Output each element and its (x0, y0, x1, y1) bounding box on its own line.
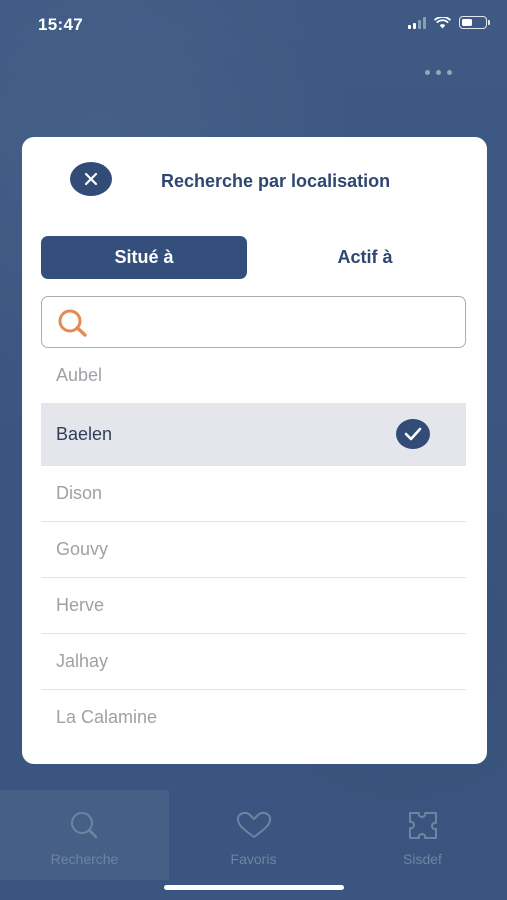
list-item[interactable]: Gouvy (41, 522, 466, 578)
location-list: Aubel Baelen Dison Gouvy Herve Jalhay La… (41, 348, 466, 745)
list-item-label: Gouvy (56, 539, 109, 559)
list-item[interactable]: La Calamine (41, 690, 466, 745)
tab-label: Recherche (50, 851, 119, 867)
cellular-signal-icon (408, 16, 426, 29)
list-item-label: Dison (56, 483, 103, 503)
list-item-label: Aubel (56, 365, 103, 385)
status-bar: 15:47 (0, 0, 507, 50)
battery-icon (459, 16, 490, 29)
heart-icon (236, 811, 271, 838)
tab-actif-a[interactable]: Actif à (262, 236, 468, 279)
search-field[interactable] (41, 296, 466, 348)
list-item[interactable]: Jalhay (41, 634, 466, 690)
tab-sisdef[interactable]: Sisdef (338, 790, 507, 880)
list-item[interactable]: Baelen (41, 403, 466, 466)
search-input[interactable] (100, 305, 459, 341)
location-search-modal: Recherche par localisation Situé à Actif… (22, 137, 487, 764)
wifi-icon (434, 16, 451, 28)
list-item[interactable]: Dison (41, 466, 466, 522)
more-options-icon[interactable] (425, 70, 452, 75)
tab-label: Sisdef (403, 851, 442, 867)
close-button[interactable] (70, 162, 112, 196)
tab-label: Favoris (230, 851, 277, 867)
checkmark-icon (396, 419, 430, 449)
list-item-label: Jalhay (56, 651, 109, 671)
tab-favoris[interactable]: Favoris (169, 790, 338, 880)
list-item-label: Baelen (56, 423, 113, 444)
bottom-tab-bar: Recherche Favoris Sisdef (0, 790, 507, 900)
tab-situe-a[interactable]: Situé à (41, 236, 247, 279)
list-item-label: Herve (56, 595, 105, 615)
home-indicator (164, 885, 344, 890)
status-time: 15:47 (38, 15, 83, 34)
search-icon (70, 812, 97, 839)
search-icon (58, 309, 87, 337)
tab-recherche[interactable]: Recherche (0, 790, 169, 880)
list-item[interactable]: Herve (41, 578, 466, 634)
list-item-label: La Calamine (56, 707, 158, 727)
modal-title: Recherche par localisation (161, 171, 391, 191)
close-icon (84, 172, 98, 186)
list-item[interactable]: Aubel (41, 348, 466, 403)
status-icons (408, 16, 490, 29)
puzzle-icon (408, 812, 437, 839)
